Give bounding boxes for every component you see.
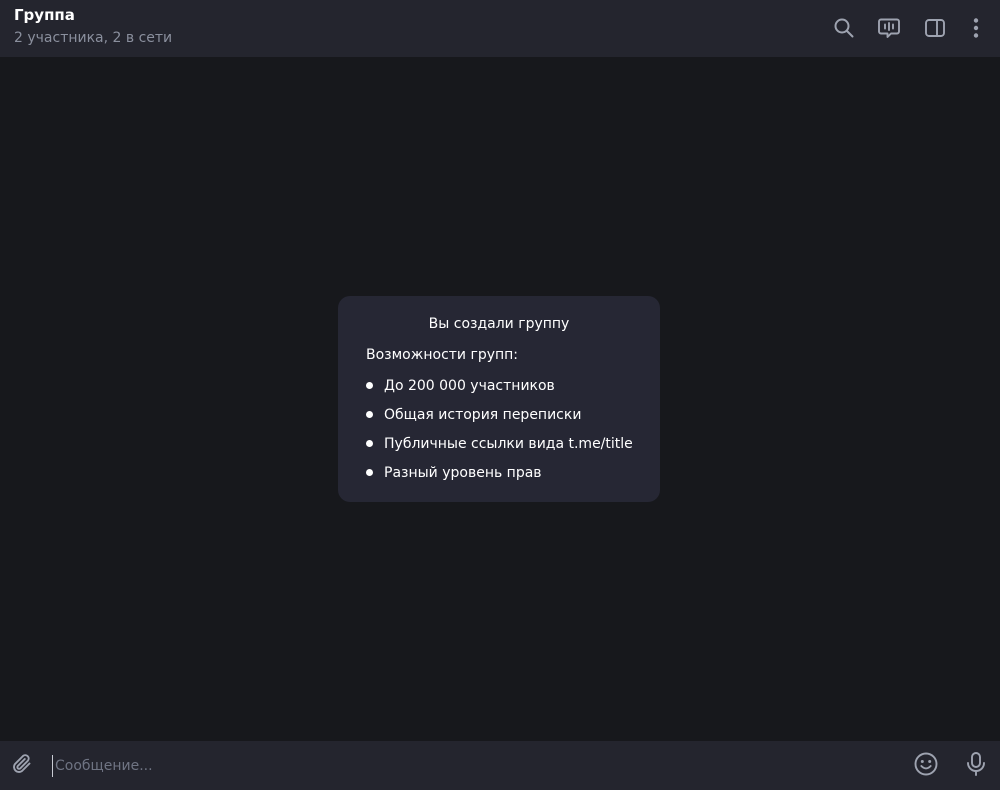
emoji-icon bbox=[913, 751, 939, 781]
more-vertical-icon bbox=[972, 17, 980, 39]
chat-title[interactable]: Группа bbox=[14, 5, 75, 25]
more-options-button[interactable] bbox=[960, 12, 992, 44]
features-list: До 200 000 участников Общая история пере… bbox=[366, 375, 633, 491]
message-composer bbox=[0, 741, 1000, 790]
list-item: До 200 000 участников bbox=[366, 375, 633, 404]
card-subtitle: Возможности групп: bbox=[366, 347, 519, 363]
group-created-card: Вы создали группу Возможности групп: До … bbox=[338, 296, 660, 502]
list-item: Публичные ссылки вида t.me/title bbox=[366, 433, 633, 462]
search-button[interactable] bbox=[828, 12, 860, 44]
attach-button[interactable] bbox=[6, 750, 38, 782]
list-item-label: Публичные ссылки вида t.me/title bbox=[384, 436, 633, 452]
chat-members-status[interactable]: 2 участника, 2 в сети bbox=[14, 28, 172, 48]
chat-header: Группа 2 участника, 2 в сети bbox=[0, 0, 1000, 57]
chat-window: Группа 2 участника, 2 в сети Вы создали … bbox=[0, 0, 1000, 790]
emoji-button[interactable] bbox=[910, 750, 942, 782]
microphone-icon bbox=[965, 751, 987, 781]
list-item-label: Разный уровень прав bbox=[384, 465, 542, 481]
list-item: Разный уровень прав bbox=[366, 462, 633, 491]
list-item-label: До 200 000 участников bbox=[384, 378, 555, 394]
search-icon bbox=[833, 17, 855, 39]
list-item: Общая история переписки bbox=[366, 404, 633, 433]
bullet-icon bbox=[366, 382, 373, 389]
bullet-icon bbox=[366, 411, 373, 418]
attach-icon bbox=[10, 752, 34, 780]
bullet-icon bbox=[366, 469, 373, 476]
message-area[interactable]: Вы создали группу Возможности групп: До … bbox=[0, 57, 1000, 741]
sidebar-toggle-button[interactable] bbox=[919, 12, 951, 44]
voice-message-button[interactable] bbox=[960, 750, 992, 782]
video-chat-icon bbox=[877, 16, 901, 40]
list-item-label: Общая история переписки bbox=[384, 407, 582, 423]
card-title: Вы создали группу bbox=[428, 316, 570, 332]
sidebar-toggle-icon bbox=[924, 17, 946, 39]
bullet-icon bbox=[366, 440, 373, 447]
message-input[interactable] bbox=[52, 755, 895, 777]
video-chat-button[interactable] bbox=[873, 12, 905, 44]
